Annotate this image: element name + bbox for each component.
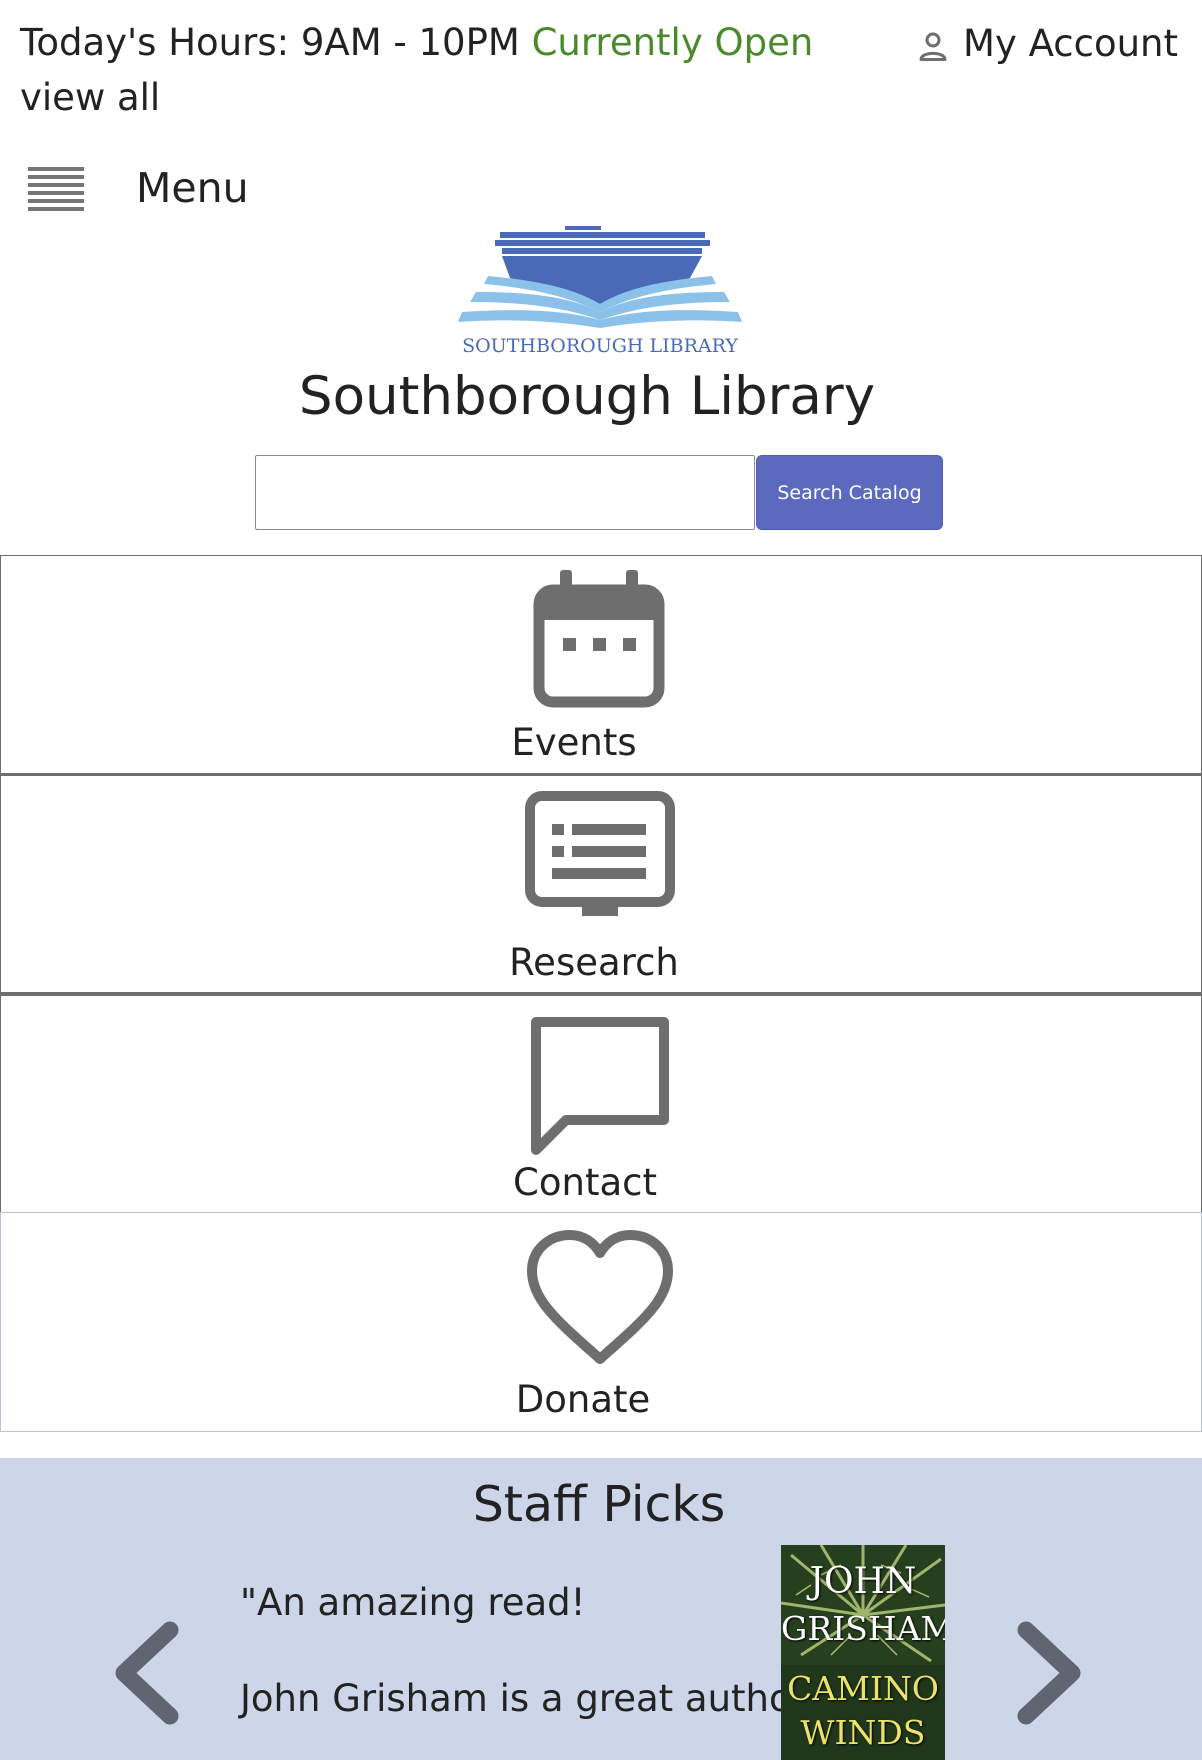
book-title-line-1: CAMINO xyxy=(787,1669,939,1708)
staff-pick-quote-line-1: "An amazing read! xyxy=(240,1581,586,1624)
events-label: Events xyxy=(511,721,637,764)
open-status: Currently Open xyxy=(531,21,814,64)
staff-picks-title-text: Staff Picks xyxy=(472,1476,726,1533)
chat-bubble-icon xyxy=(531,1017,669,1155)
menu-button[interactable]: Menu xyxy=(26,160,249,216)
search-catalog-button[interactable]: Search Catalog xyxy=(756,455,943,530)
research-label: Research xyxy=(509,941,679,984)
hours-label: Today's Hours: 9AM - 10PM xyxy=(20,21,520,64)
nav-tile-label: Donate xyxy=(1,1375,1202,1425)
hours-line: Today's Hours: 9AM - 10PM Currently Open xyxy=(20,18,813,68)
staff-pick-quote-line-2: John Grisham is a great author." xyxy=(240,1677,833,1720)
menu-label: Menu xyxy=(136,164,249,212)
chevron-right-icon[interactable] xyxy=(1012,1618,1088,1728)
nav-tile-label: Contact xyxy=(1,1158,1202,1208)
my-account-label: My Account xyxy=(963,21,1178,65)
donate-label: Donate xyxy=(515,1378,651,1421)
view-all-hours-link[interactable]: view all xyxy=(20,73,160,123)
heart-icon xyxy=(527,1230,673,1364)
chevron-left-icon[interactable] xyxy=(108,1618,184,1728)
contact-label: Contact xyxy=(513,1161,657,1204)
calendar-icon xyxy=(533,570,665,708)
book-author-last: GRISHAM xyxy=(781,1609,945,1648)
page: Today's Hours: 9AM - 10PM Currently Open… xyxy=(0,0,1202,1760)
nav-tile-donate[interactable]: Donate xyxy=(0,1212,1202,1432)
nav-tile-research[interactable]: Research xyxy=(0,773,1202,993)
catalog-search-input[interactable] xyxy=(255,455,755,530)
nav-tile-events[interactable]: Events xyxy=(0,555,1202,775)
site-title: Southborough Library xyxy=(0,362,1202,432)
staff-picks-title: Staff Picks xyxy=(0,1470,1202,1540)
nav-tile-label: Events xyxy=(1,718,1202,768)
book-cover[interactable]: JOHN GRISHAM CAMINO WINDS xyxy=(781,1545,945,1760)
monitor-list-icon xyxy=(525,791,675,916)
logo-text: SOUTHBOROUGH LIBRARY xyxy=(462,335,738,357)
nav-tile-contact[interactable]: Contact xyxy=(0,993,1202,1213)
hamburger-icon xyxy=(28,167,84,211)
person-icon xyxy=(919,32,947,61)
library-logo[interactable]: SOUTHBOROUGH LIBRARY xyxy=(440,222,760,358)
book-title-line-2: WINDS xyxy=(800,1713,926,1752)
my-account-link[interactable]: My Account xyxy=(915,18,1178,68)
book-author-first: JOHN xyxy=(809,1561,917,1602)
nav-tile-label: Research xyxy=(1,938,1202,988)
staff-picks-section: Staff Picks "An amazing read! John Grish… xyxy=(0,1458,1202,1760)
site-title-text: Southborough Library xyxy=(298,366,876,427)
